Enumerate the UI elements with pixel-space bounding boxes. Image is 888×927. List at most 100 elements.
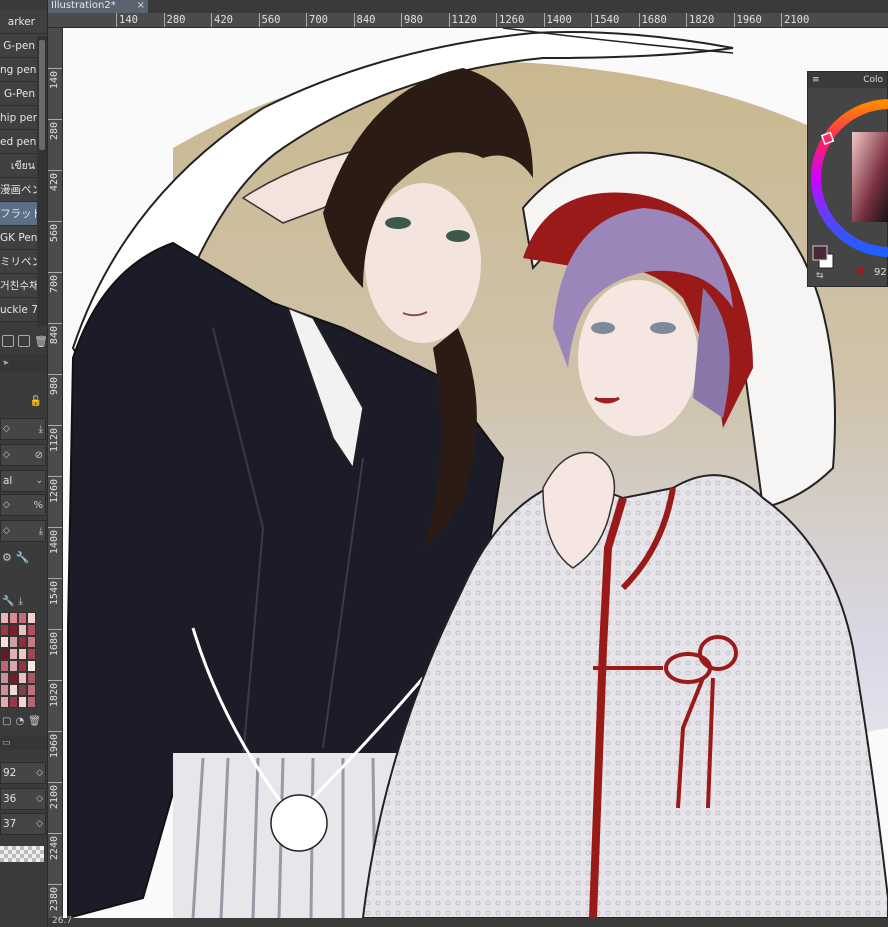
- spinner-icon[interactable]: ◇: [3, 527, 10, 536]
- color-swatch[interactable]: [9, 648, 18, 660]
- property-row-2[interactable]: ◇ ⊘: [0, 444, 46, 466]
- transparency-swatch[interactable]: [0, 846, 44, 862]
- color-swatch[interactable]: [0, 636, 9, 648]
- sub-tool-actions: 🗑: [0, 330, 47, 352]
- man-eye-left: [385, 217, 411, 229]
- color-swatch[interactable]: [27, 660, 36, 672]
- panel-menu-icon[interactable]: ≡: [812, 75, 820, 85]
- spinner-icon[interactable]: ◇: [3, 501, 10, 510]
- color-swatch[interactable]: [18, 624, 27, 636]
- main-color-swatch[interactable]: [812, 245, 828, 261]
- ruler-tick-label: 1260: [49, 479, 60, 504]
- wrench-icon[interactable]: 🔧: [2, 596, 14, 607]
- copy-tool-icon[interactable]: [2, 335, 14, 347]
- color-swatch[interactable]: [9, 624, 18, 636]
- ruler-tick: 1960: [48, 731, 62, 771]
- download-icon[interactable]: ⤓: [39, 526, 43, 537]
- new-tool-icon[interactable]: [18, 335, 30, 347]
- sub-tool-item[interactable]: arker: [0, 10, 47, 34]
- ruler-tick-label: 140: [119, 14, 138, 26]
- color-swatch[interactable]: [9, 696, 18, 708]
- color-swatch[interactable]: [27, 624, 36, 636]
- new-layer-icon[interactable]: ▢: [2, 716, 11, 727]
- property-row-4[interactable]: ◇ ⤓: [0, 520, 46, 542]
- sub-tool-scrollbar[interactable]: [37, 36, 47, 326]
- percent-icon[interactable]: %: [33, 500, 43, 511]
- opacity-field[interactable]: 36 ◇: [0, 788, 46, 810]
- ruler-tick: 1540: [48, 578, 62, 618]
- color-swatch[interactable]: [18, 648, 27, 660]
- ruler-tick-label: 1820: [49, 683, 60, 708]
- trash-icon[interactable]: 🗑: [34, 335, 47, 348]
- color-panel-title-bar: ≡ Colo: [808, 72, 887, 88]
- color-swatch[interactable]: [9, 672, 18, 684]
- ruler-tick-label: 140: [49, 71, 60, 90]
- ruler-tick: 980: [48, 374, 62, 414]
- color-swatch[interactable]: [27, 672, 36, 684]
- haori-tassel: [270, 794, 328, 852]
- color-swatch[interactable]: [27, 696, 36, 708]
- ruler-tick-label: 1260: [499, 14, 525, 26]
- man-eye-right: [446, 230, 470, 242]
- saturation-value-square[interactable]: [852, 132, 888, 222]
- color-wheel[interactable]: 92 ⇆: [808, 88, 888, 288]
- property-row-1[interactable]: ◇ ⤓: [0, 418, 46, 440]
- ruler-tick: 1960: [733, 13, 762, 27]
- color-panel-title: Colo: [863, 75, 883, 85]
- color-swatch[interactable]: [27, 636, 36, 648]
- color-swatch[interactable]: [18, 612, 27, 624]
- artwork: [67, 28, 888, 918]
- color-swatch[interactable]: [0, 624, 9, 636]
- spinner-icon[interactable]: ◇: [36, 795, 43, 804]
- color-swatch[interactable]: [0, 672, 9, 684]
- brush-size-field[interactable]: 92 ◇: [0, 762, 46, 784]
- wrench-icon[interactable]: 🔧: [16, 551, 30, 564]
- color-swatch[interactable]: [0, 612, 9, 624]
- color-swatch[interactable]: [18, 696, 27, 708]
- color-swatch[interactable]: [27, 648, 36, 660]
- document-tab-bar: Illustration2* ×: [48, 0, 888, 13]
- drawing-canvas[interactable]: [63, 28, 888, 918]
- ruler-tick-label: 1540: [594, 14, 620, 26]
- spinner-icon[interactable]: ◇: [36, 769, 43, 778]
- panel-menu-icon[interactable]: ᐧ▸: [2, 358, 9, 368]
- color-swatch[interactable]: [0, 696, 9, 708]
- color-swatch[interactable]: [9, 660, 18, 672]
- color-swatch[interactable]: [18, 660, 27, 672]
- color-swatch[interactable]: [9, 636, 18, 648]
- blend-mode-select[interactable]: al ⌄: [0, 470, 46, 492]
- color-swatch[interactable]: [0, 684, 9, 696]
- color-swatch[interactable]: [0, 660, 9, 672]
- layer-icon[interactable]: ▭: [2, 738, 11, 748]
- color-swatch[interactable]: [18, 684, 27, 696]
- download-icon[interactable]: ⤓: [18, 596, 22, 607]
- spinner-icon[interactable]: ◇: [36, 820, 43, 829]
- property-row-3[interactable]: ◇ %: [0, 494, 46, 516]
- color-swatch[interactable]: [27, 612, 36, 624]
- spinner-icon[interactable]: ◇: [3, 425, 10, 434]
- color-swatch[interactable]: [27, 684, 36, 696]
- tool-property-header: ᐧ▸: [0, 354, 47, 372]
- color-swatch[interactable]: [0, 648, 9, 660]
- ruler-tick-label: 1400: [49, 530, 60, 555]
- trash-icon[interactable]: 🗑: [28, 716, 41, 727]
- ruler-tick: 700: [306, 13, 328, 27]
- lock-icon[interactable]: 🔓: [30, 396, 42, 407]
- woman-eye-left: [591, 322, 615, 334]
- no-entry-icon[interactable]: ⊘: [35, 450, 43, 461]
- color-set-palette: [0, 612, 36, 708]
- download-icon[interactable]: ⤓: [39, 424, 43, 435]
- ruler-tick: 2240: [48, 833, 62, 873]
- color-swatch[interactable]: [18, 636, 27, 648]
- color-swatch[interactable]: [9, 684, 18, 696]
- swap-colors-icon[interactable]: ⇆: [816, 271, 824, 281]
- density-field[interactable]: 37 ◇: [0, 813, 46, 835]
- fill-icon[interactable]: ◔: [15, 716, 24, 727]
- close-icon[interactable]: ×: [137, 0, 145, 11]
- color-swatch[interactable]: [9, 612, 18, 624]
- tab-illustration[interactable]: Illustration2* ×: [48, 0, 148, 13]
- color-swatch[interactable]: [18, 672, 27, 684]
- spinner-icon[interactable]: ◇: [3, 451, 10, 460]
- scrollbar-thumb[interactable]: [39, 40, 45, 150]
- settings-icon[interactable]: ⚙: [2, 551, 12, 564]
